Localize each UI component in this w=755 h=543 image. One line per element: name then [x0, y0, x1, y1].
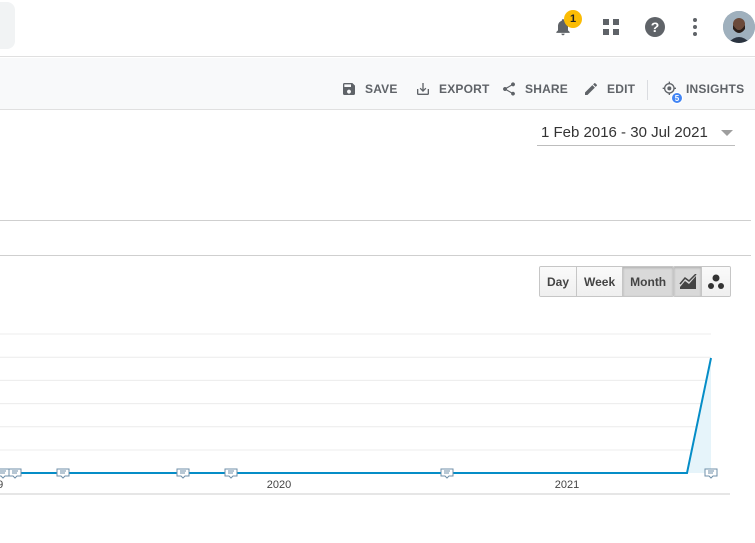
export-label: EXPORT	[439, 82, 490, 96]
date-range-selector[interactable]: 1 Feb 2016 - 30 Jul 2021	[537, 120, 735, 146]
insights-count-badge: 5	[671, 92, 683, 104]
annotation-marker[interactable]	[8, 468, 22, 479]
search-box[interactable]	[0, 2, 15, 49]
annotation-marker[interactable]	[0, 468, 10, 479]
line-chart-button[interactable]	[674, 267, 702, 296]
save-button[interactable]: SAVE	[341, 78, 398, 100]
annotation-marker[interactable]	[224, 468, 238, 479]
share-label: SHARE	[525, 82, 569, 96]
series-line	[0, 357, 712, 474]
series-area	[0, 358, 711, 473]
report-toolbar: SAVE EXPORT SHARE EDIT INSIGHTS	[0, 58, 755, 110]
motion-chart-button[interactable]	[702, 267, 730, 296]
bubble-chart-icon	[708, 274, 724, 289]
x-tick-label: 2021	[555, 479, 579, 491]
annotation-marker[interactable]	[176, 468, 190, 479]
annotation-marker[interactable]	[704, 468, 718, 479]
share-button[interactable]: SHARE	[501, 78, 568, 100]
annotation-marker[interactable]	[56, 468, 70, 479]
save-icon	[343, 83, 355, 95]
line-chart-icon	[678, 273, 697, 289]
line-chart: 2019 2020 2021	[0, 333, 730, 495]
user-avatar[interactable]	[723, 11, 755, 43]
more-vert-icon[interactable]	[682, 14, 708, 40]
edit-label: EDIT	[607, 82, 636, 96]
period-month-button[interactable]: Month	[623, 267, 674, 296]
divider	[0, 220, 751, 221]
svg-text:?: ?	[651, 19, 660, 35]
help-icon[interactable]: ?	[642, 14, 668, 40]
x-tick-label: 2019	[0, 479, 3, 491]
chart-type-toggle-group	[673, 266, 731, 297]
divider	[0, 255, 751, 256]
download-icon	[417, 83, 429, 95]
annotation-marker[interactable]	[440, 468, 454, 479]
share-icon	[503, 82, 515, 96]
export-button[interactable]: EXPORT	[415, 78, 490, 100]
notification-count-badge: 1	[564, 10, 582, 28]
period-day-button[interactable]: Day	[540, 267, 578, 296]
date-range-value: 1 Feb 2016 - 30 Jul 2021	[541, 124, 708, 141]
x-tick-label: 2020	[267, 479, 291, 491]
save-label: SAVE	[365, 82, 398, 96]
edit-button[interactable]: EDIT	[583, 78, 635, 100]
caret-down-icon	[721, 130, 733, 136]
period-toggle-group: Day Week Month	[539, 266, 675, 297]
pencil-icon	[585, 82, 598, 95]
apps-grid-icon[interactable]	[598, 14, 624, 40]
period-week-button[interactable]: Week	[577, 267, 624, 296]
insights-label: INSIGHTS	[686, 82, 745, 96]
toolbar-divider	[647, 80, 648, 100]
top-bar: 1 ?	[0, 0, 755, 57]
